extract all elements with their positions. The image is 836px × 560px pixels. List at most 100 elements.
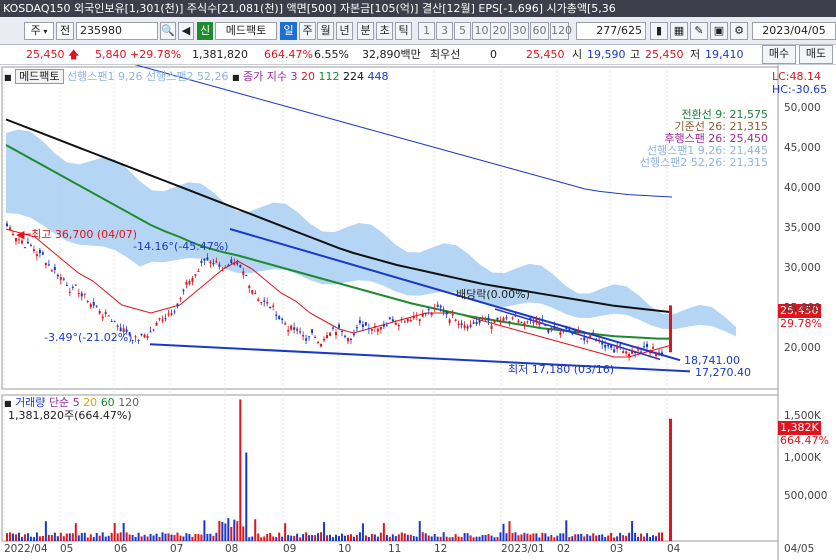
candle-body [134, 336, 137, 338]
candle-body [206, 257, 209, 260]
period-tab-4[interactable]: 분 [357, 22, 374, 40]
sell-button[interactable]: 매도 [799, 45, 833, 64]
grid-icon[interactable]: ▦ [670, 22, 688, 40]
candle-body [511, 317, 514, 319]
volume-bar [532, 533, 535, 541]
chart-type-icon[interactable]: ▮ [650, 22, 668, 40]
span2-legend: 선행스팬2 52,26 [146, 70, 229, 83]
candle-body [352, 333, 355, 336]
volume-bar [203, 520, 206, 541]
ichimoku-value-4: 선행스팬2 52,26: 21,315 [639, 156, 768, 169]
interval-button-3[interactable]: 10 [472, 22, 491, 40]
candle-body [155, 322, 158, 326]
stock-code-input[interactable]: 235980 [76, 22, 158, 40]
volume-bar [320, 532, 323, 541]
volume-bar [403, 533, 406, 541]
period-tab-0[interactable]: 일 [280, 22, 297, 40]
volume-bar [421, 532, 424, 541]
candle-body [595, 339, 598, 342]
new-stock-badge[interactable]: 신 [197, 22, 213, 40]
interval-button-0[interactable]: 1 [418, 22, 435, 40]
period-tab-3[interactable]: 년 [336, 22, 353, 40]
volume-bar [83, 532, 86, 541]
candle-body [257, 299, 260, 302]
candle-body [448, 319, 451, 323]
candle-body [164, 318, 167, 320]
candle-body [433, 307, 436, 309]
data-count-total: /625 [617, 24, 642, 37]
candle-body [601, 342, 604, 345]
volume-bar [41, 536, 44, 541]
candle-body [364, 322, 367, 326]
date-field[interactable]: 2023/04/05 [752, 22, 836, 40]
volume-bar [337, 536, 340, 541]
volume-bar [47, 534, 50, 541]
interval-button-6[interactable]: 60 [530, 22, 549, 40]
candle-body [454, 319, 457, 321]
volume-bar [89, 534, 92, 541]
data-count-field[interactable]: 277/625 [576, 22, 646, 40]
candle-body [580, 338, 583, 340]
period-tab-1[interactable]: 주 [299, 22, 316, 40]
search-icon[interactable]: 🔍 [160, 22, 176, 40]
candle-body [92, 302, 95, 306]
period-tab-6[interactable]: 틱 [395, 22, 412, 40]
save-icon[interactable]: ▣ [710, 22, 728, 40]
candle-body [523, 322, 526, 325]
volume-bar [655, 536, 658, 541]
volume-bar [364, 535, 367, 541]
period-tab-5[interactable]: 초 [376, 22, 393, 40]
market-select-value: 주 [30, 24, 41, 37]
period-tab-2[interactable]: 월 [317, 22, 334, 40]
candle-body [421, 313, 424, 317]
candle-body [218, 264, 221, 267]
price-axis-tick: 30,000 [784, 262, 821, 274]
candle-body [634, 351, 637, 354]
stock-tag: 메드팩토 [15, 69, 64, 84]
low-label: 저 [690, 48, 701, 61]
draw-icon[interactable]: ✎ [690, 22, 708, 40]
candle-body [296, 328, 299, 331]
candle-body [143, 334, 146, 338]
candle-body [230, 259, 233, 264]
candle-body [559, 332, 562, 335]
volume-bar [155, 533, 158, 541]
volume-bar [215, 532, 218, 541]
candle-body [646, 343, 649, 348]
buy-button[interactable]: 매수 [762, 45, 796, 64]
candle-body [263, 300, 266, 302]
volume-bar [236, 521, 239, 541]
settings-icon[interactable]: ⚙ [730, 22, 748, 40]
volume-bar [248, 537, 251, 541]
candle-body [469, 324, 472, 327]
volume-bar [481, 535, 484, 541]
volume-bar [161, 532, 164, 541]
candle-body [529, 317, 532, 320]
candle-body [266, 301, 269, 304]
volume-bar [263, 536, 266, 541]
speaker-icon[interactable]: ◀ [178, 22, 194, 40]
interval-button-5[interactable]: 30 [510, 22, 529, 40]
volume-bar [394, 536, 397, 541]
candle-body [26, 241, 29, 244]
volume-bar [370, 533, 373, 541]
volume-bar [8, 532, 11, 541]
candle-body [604, 345, 607, 348]
x-axis-tick: 02 [557, 543, 571, 555]
interval-button-7[interactable]: 120 [550, 22, 572, 40]
volume-bar [373, 534, 376, 541]
interval-button-4[interactable]: 20 [490, 22, 509, 40]
volume-bar [592, 533, 595, 541]
interval-button-1[interactable]: 3 [436, 22, 453, 40]
market-select[interactable]: 주 ▾ [24, 22, 54, 40]
candle-body [631, 350, 634, 354]
interval-button-2[interactable]: 5 [454, 22, 471, 40]
volume-bar [568, 537, 571, 541]
jeon-button[interactable]: 전 [56, 22, 74, 40]
candle-body [95, 305, 98, 307]
volume-current-pct: 664.47% [780, 434, 829, 447]
candle-body [535, 319, 538, 323]
volume-bar [23, 534, 26, 541]
ma448-legend: 448 [367, 70, 389, 83]
candle-body [613, 349, 616, 353]
